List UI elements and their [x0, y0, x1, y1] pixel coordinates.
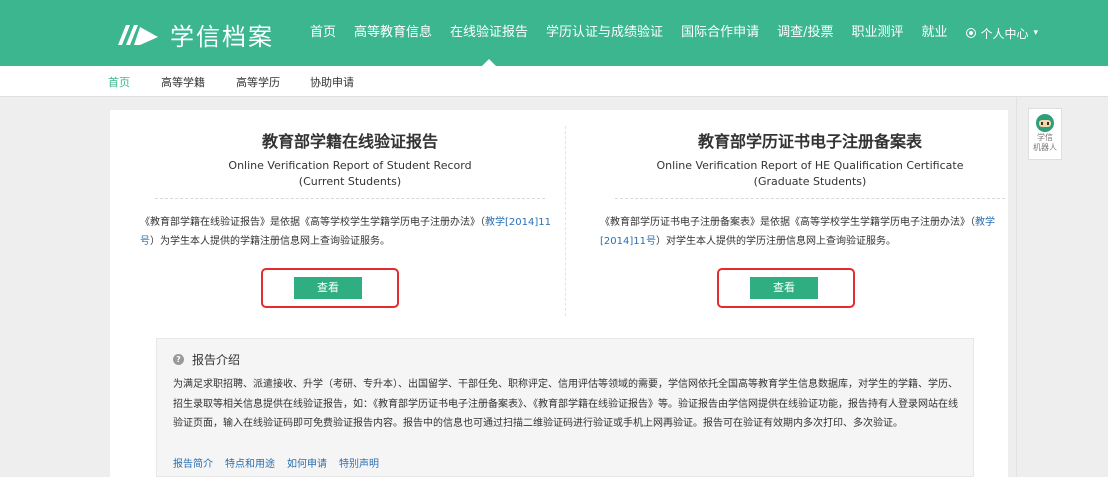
- user-icon: [965, 28, 976, 38]
- view-student-record-button[interactable]: 查看: [294, 277, 362, 299]
- card-subtitle-line2: (Graduate Students): [753, 175, 867, 188]
- student-record-card: 教育部学籍在线验证报告 Online Verification Report o…: [140, 110, 560, 251]
- nav-item-certification[interactable]: 学历认证与成绩验证: [546, 0, 663, 66]
- nav-item-home[interactable]: 首页: [310, 0, 336, 66]
- main-nav: 首页 高等教育信息 在线验证报告 学历认证与成绩验证 国际合作申请 调查/投票 …: [310, 0, 1038, 66]
- user-center-label: 个人中心: [980, 26, 1029, 41]
- card-description: 《教育部学籍在线验证报告》是依据《高等学校学生学籍学历电子注册办法》（教学[20…: [140, 213, 560, 251]
- degree-certificate-card: 教育部学历证书电子注册备案表 Online Verification Repor…: [600, 110, 1020, 251]
- card-divider: [615, 198, 1005, 199]
- brand-logo-icon: [118, 25, 158, 45]
- chat-robot-widget[interactable]: 学信 机器人: [1028, 108, 1062, 160]
- robot-label-line1: 学信: [1037, 133, 1053, 142]
- robot-label-line2: 机器人: [1033, 143, 1057, 152]
- brand-name: 学信档案: [170, 22, 274, 51]
- nav-item-higher-education[interactable]: 高等教育信息: [354, 0, 432, 66]
- desc-text: 《教育部学籍在线验证报告》是依据《高等学校学生学籍学历电子注册办法》（: [140, 217, 485, 228]
- question-icon: ?: [173, 354, 184, 365]
- nav-item-international[interactable]: 国际合作申请: [681, 0, 759, 66]
- report-intro-box: ? 报告介绍 为满足求职招聘、派遣接收、升学（考研、专升本）、出国留学、干部任免…: [156, 338, 974, 477]
- nav-item-employment[interactable]: 就业: [921, 0, 947, 66]
- desc-text: ）为学生本人提供的学籍注册信息网上查询验证服务。: [150, 236, 390, 247]
- intro-header: ? 报告介绍: [173, 351, 240, 368]
- intro-title: 报告介绍: [192, 353, 241, 367]
- card-title: 教育部学籍在线验证报告: [261, 132, 438, 151]
- link-special-statement[interactable]: 特别声明: [339, 455, 379, 470]
- card-title: 教育部学历证书电子注册备案表: [697, 132, 922, 151]
- subnav-home[interactable]: 首页: [108, 74, 130, 90]
- intro-text: 为满足求职招聘、派遣接收、升学（考研、专升本）、出国留学、干部任免、职称评定、信…: [173, 379, 958, 429]
- top-navigation-bar: 学信档案 首页 高等教育信息 在线验证报告 学历认证与成绩验证 国际合作申请 调…: [0, 0, 1108, 66]
- view-degree-certificate-button[interactable]: 查看: [750, 277, 818, 299]
- card-divider: [155, 198, 545, 199]
- nav-item-survey[interactable]: 调查/投票: [777, 0, 833, 66]
- nav-item-career-test[interactable]: 职业测评: [851, 0, 903, 66]
- card-subtitle-line1: Online Verification Report of Student Re…: [228, 159, 472, 172]
- intro-links: 报告简介 特点和用途 如何申请 特别声明: [173, 455, 391, 470]
- subnav-student-record[interactable]: 高等学籍: [161, 74, 205, 90]
- link-features-uses[interactable]: 特点和用途: [225, 455, 275, 470]
- card-subtitle: Online Verification Report of Student Re…: [140, 158, 560, 190]
- link-report-summary[interactable]: 报告简介: [173, 455, 213, 470]
- nav-item-online-verification[interactable]: 在线验证报告: [450, 0, 528, 66]
- card-description: 《教育部学历证书电子注册备案表》是依据《高等学校学生学籍学历电子注册办法》（教学…: [600, 213, 1020, 251]
- robot-icon: [1036, 114, 1054, 132]
- subnav-degree[interactable]: 高等学历: [236, 74, 280, 90]
- card-subtitle: Online Verification Report of HE Qualifi…: [600, 158, 1020, 190]
- subnav-assist-apply[interactable]: 协助申请: [310, 74, 354, 90]
- brand-logo[interactable]: 学信档案: [116, 18, 274, 51]
- main-panel: 教育部学籍在线验证报告 Online Verification Report o…: [110, 110, 1008, 477]
- desc-text: ）对学生本人提供的学历注册信息网上查询验证服务。: [655, 236, 896, 247]
- card-subtitle-line2: (Current Students): [298, 175, 402, 188]
- link-how-to-apply[interactable]: 如何申请: [287, 455, 327, 470]
- card-separator: [565, 126, 566, 316]
- card-subtitle-line1: Online Verification Report of HE Qualifi…: [656, 159, 964, 172]
- caret-down-icon: ▾: [1033, 28, 1039, 38]
- user-center-menu[interactable]: 个人中心 ▾: [965, 0, 1039, 66]
- sub-navigation: 首页 高等学籍 高等学历 协助申请: [0, 66, 1108, 97]
- desc-text: 《教育部学历证书电子注册备案表》是依据《高等学校学生学籍学历电子注册办法》（: [600, 217, 975, 228]
